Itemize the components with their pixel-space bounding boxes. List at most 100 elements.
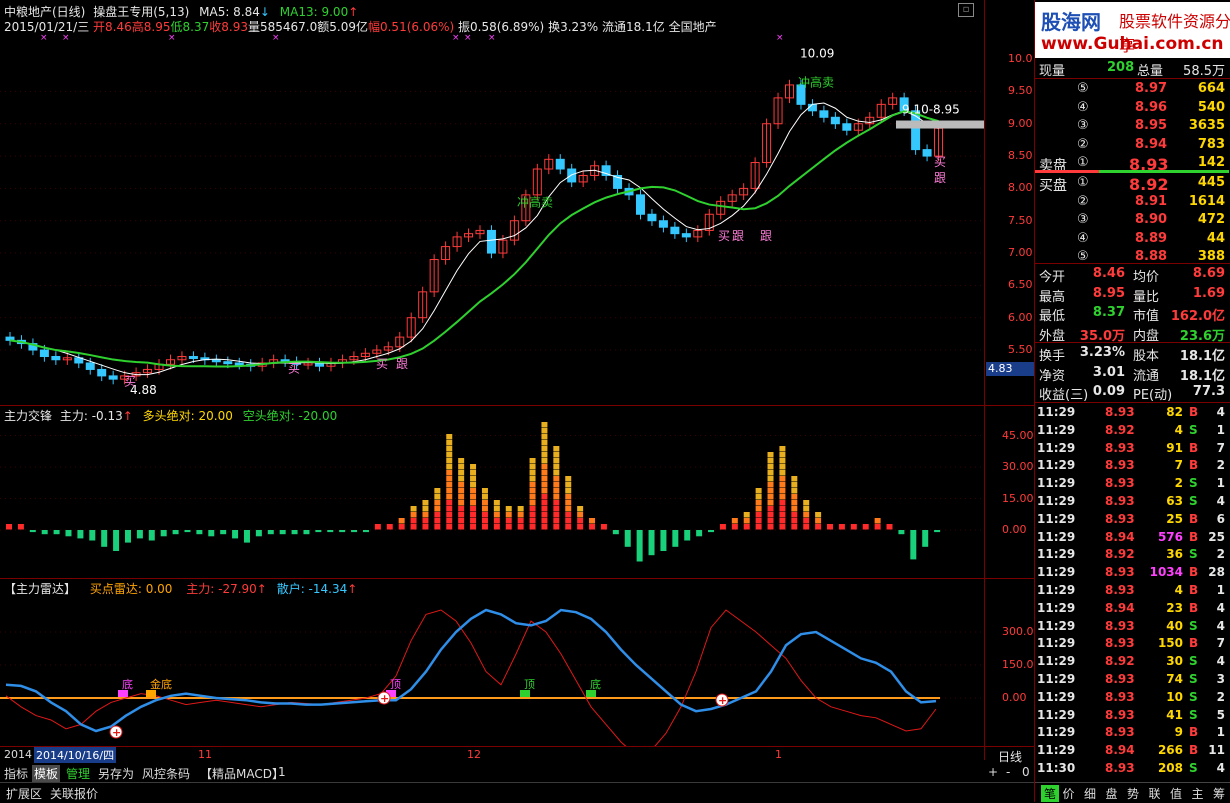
ind1-bar: [458, 518, 465, 524]
candle-body: [807, 103, 817, 112]
ind1-bar: [505, 518, 512, 524]
side-tab-7[interactable]: 主: [1192, 785, 1204, 802]
ind1-bar: [446, 488, 453, 494]
ind1-bar: [803, 500, 810, 506]
side-tab-1[interactable]: 价: [1063, 785, 1075, 802]
tb-risk[interactable]: 风控条码: [140, 765, 192, 782]
side-tab-5[interactable]: 联: [1149, 785, 1161, 802]
marker-x: ×: [62, 33, 70, 43]
zoom-in-button[interactable]: +: [986, 765, 1000, 779]
tick-row[interactable]: 11:29 8.93 9 B 1: [1035, 724, 1229, 742]
side-tab-3[interactable]: 盘: [1106, 785, 1118, 802]
ind1-bar: [767, 524, 774, 530]
tick-row[interactable]: 11:29 8.93 82 B 4: [1035, 404, 1229, 422]
ind2-marker: [146, 690, 156, 697]
tick-count: 11: [1208, 743, 1225, 758]
side-tab-4[interactable]: 势: [1127, 785, 1139, 802]
site-logo: 股海网 股票软件资源分享 www.Guhai.com.cn: [1035, 2, 1230, 58]
ind1-bar: [553, 494, 560, 500]
tick-row[interactable]: 11:29 8.93 63 S 4: [1035, 493, 1229, 511]
tab-extension[interactable]: 扩展区: [4, 785, 44, 802]
tb-save-as[interactable]: 另存为: [96, 765, 136, 782]
tick-side: S: [1189, 476, 1198, 491]
tick-row[interactable]: 11:29 8.92 36 S 2: [1035, 546, 1229, 564]
tick-row[interactable]: 11:29 8.92 4 S 1: [1035, 422, 1229, 440]
ind2-marker-label: 底: [590, 677, 601, 691]
tick-count: 4: [1216, 600, 1225, 615]
marker-x: ×: [452, 33, 460, 43]
tick-side: B: [1189, 565, 1199, 580]
tick-row[interactable]: 11:29 8.93 4 B 1: [1035, 582, 1229, 600]
side-tab-8[interactable]: 筹: [1213, 785, 1225, 802]
label-gen: 跟: [396, 357, 408, 371]
tick-volume: 2: [1174, 476, 1183, 491]
candle-body: [108, 375, 118, 380]
tb-template[interactable]: 模板: [32, 765, 61, 782]
tab-related-quote[interactable]: 关联报价: [48, 785, 100, 802]
tick-row[interactable]: 11:29 8.93 40 S 4: [1035, 618, 1229, 636]
price-tick-label: 8.00: [1008, 181, 1033, 195]
tick-row[interactable]: 11:29 8.94 23 B 4: [1035, 600, 1229, 618]
price-tick-label: 7.00: [1008, 246, 1033, 260]
ind1-bar: [541, 518, 548, 524]
side-tab-0[interactable]: 笔: [1041, 785, 1060, 802]
tick-row[interactable]: 11:29 8.93 2 S 1: [1035, 475, 1229, 493]
tick-row[interactable]: 11:29 8.93 91 B 7: [1035, 440, 1229, 458]
ind1-bar: [184, 530, 191, 533]
side-tab-2[interactable]: 细: [1084, 785, 1096, 802]
book-level: ④: [1077, 99, 1089, 115]
tick-side: B: [1189, 529, 1199, 544]
ind1-bar: [589, 524, 596, 530]
chart-area[interactable]: 中粮地产(日线) 操盘王专用(5,13) MA5: 8.84↓ MA13: 9.…: [0, 0, 1034, 764]
tb-page[interactable]: 1: [276, 765, 288, 779]
tick-row[interactable]: 11:29 8.93 7 B 2: [1035, 457, 1229, 475]
stat-label: 市值: [1133, 309, 1160, 324]
zongliang-label: 总量: [1137, 64, 1164, 79]
tick-row[interactable]: 11:29 8.94 266 B 11: [1035, 742, 1229, 760]
window-restore-icon[interactable]: ▫: [958, 3, 974, 17]
tick-row[interactable]: 11:29 8.93 74 S 3: [1035, 671, 1229, 689]
tb-indicator[interactable]: 指标: [2, 765, 30, 782]
zoom-reset-button[interactable]: 0: [1020, 765, 1032, 779]
ind1-bar: [767, 464, 774, 470]
ind1-bar: [446, 434, 453, 440]
tick-count: 4: [1216, 761, 1225, 775]
stat-label: 流通: [1133, 368, 1160, 384]
ind1-bar: [565, 476, 572, 482]
tick-row[interactable]: 11:29 8.92 30 S 4: [1035, 653, 1229, 671]
side-tab-6[interactable]: 值: [1170, 785, 1182, 802]
ind2-marker-label: 顶: [524, 678, 535, 691]
ma5-label: MA5: 8.84: [199, 5, 260, 19]
tick-row[interactable]: 11:29 8.93 1034 B 28: [1035, 564, 1229, 582]
ind1-bar: [517, 518, 524, 524]
ind1-bar: [791, 518, 798, 524]
stat-value: 3.01: [1092, 364, 1125, 380]
ind1-bar: [446, 482, 453, 488]
candle-body: [567, 168, 577, 183]
tick-price: 8.94: [1105, 600, 1135, 615]
ind1-bar: [243, 530, 250, 543]
ind2-chart[interactable]: 底 金底 顶 顶 底 + + +: [0, 594, 984, 746]
ind1-chart[interactable]: [0, 420, 984, 578]
tb-macd[interactable]: 【精品MACD】: [198, 765, 286, 782]
ind1-bar: [577, 512, 584, 518]
tick-row[interactable]: 11:29 8.93 150 B 7: [1035, 635, 1229, 653]
ind2-marker: [586, 690, 596, 697]
ind1-bar: [65, 530, 72, 537]
tick-price: 8.92: [1105, 547, 1135, 562]
tick-row[interactable]: 11:29 8.93 25 B 6: [1035, 511, 1229, 529]
stat-value: 8.69: [1192, 266, 1225, 281]
ind1-bar: [767, 518, 774, 524]
tick-row[interactable]: 11:30 8.93 208 S 4: [1035, 760, 1229, 778]
zoom-out-button[interactable]: -: [1004, 765, 1012, 779]
book-level: ⑤: [1077, 249, 1089, 264]
tick-row[interactable]: 11:29 8.93 10 S 2: [1035, 689, 1229, 707]
candlestick-chart[interactable]: 10.094.889.10-8.95冲高卖冲高卖买买 买买买跟跟 跟跟× × × × × × ×…: [0, 30, 984, 405]
cursor-date: 2014/10/16/四: [34, 747, 117, 763]
ind1-bar: [481, 518, 488, 524]
tick-side: B: [1189, 440, 1199, 455]
tick-row[interactable]: 11:29 8.93 41 S 5: [1035, 707, 1229, 725]
ind1-bar: [458, 512, 465, 518]
tick-row[interactable]: 11:29 8.94 576 B 25: [1035, 529, 1229, 547]
tb-manage[interactable]: 管理: [64, 765, 92, 782]
